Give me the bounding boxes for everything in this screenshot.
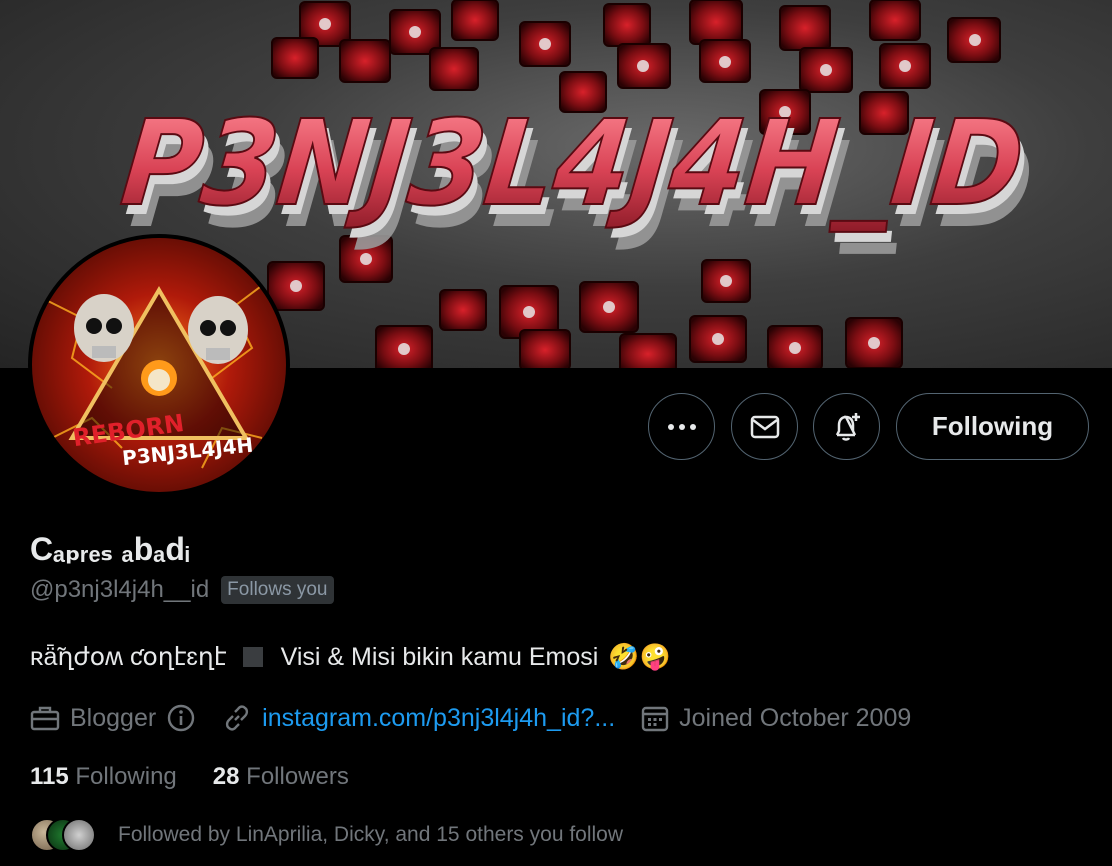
notifications-button[interactable] <box>813 393 880 460</box>
bio-text: Visi & Misi bikin kamu Emosi <box>280 642 599 671</box>
followers-label: Followers <box>246 763 349 790</box>
profile-avatar[interactable]: REBORN P3NJ3L4J4H <box>28 234 290 496</box>
more-button[interactable] <box>648 393 715 460</box>
info-item[interactable] <box>166 703 206 733</box>
followed-by-text: Followed by LinAprilia, Dicky, and 15 ot… <box>118 823 624 846</box>
following-stat[interactable]: 115 Following <box>30 763 177 791</box>
joined-date: Joined October 2009 <box>679 703 912 732</box>
bio-styled-text: ʀǟ̃ղժօʍ ƈօղէɛղէ <box>30 643 227 671</box>
bio: ʀǟ̃ղժօʍ ƈօղէɛղէ Visi & Misi bikin kamu E… <box>30 642 671 672</box>
follow-stats: 115 Following 28 Followers <box>30 763 349 791</box>
info-icon[interactable] <box>166 703 196 733</box>
message-button[interactable] <box>731 393 798 460</box>
more-icon <box>667 423 696 430</box>
followers-stat[interactable]: 28 Followers <box>213 763 349 791</box>
handle-row: @p3nj3l4j4h__id Follows you <box>30 576 334 604</box>
banner-title: P3NJ3L4J4H_ID <box>116 94 1030 232</box>
follows-you-badge: Follows you <box>221 576 334 604</box>
followers-count: 28 <box>212 763 240 790</box>
following-label: Following <box>75 763 177 790</box>
profile-meta: Blogger instagram.com/p3nj3l4j4h_id?... … <box>30 700 911 736</box>
bell-plus-icon <box>835 412 860 441</box>
mail-icon <box>750 415 779 438</box>
followed-by-avatars <box>30 818 96 852</box>
following-count: 115 <box>30 763 69 790</box>
link-icon <box>226 705 249 731</box>
followed-by-row[interactable]: Followed by LinAprilia, Dicky, and 15 ot… <box>30 818 623 852</box>
bio-emojis: 🤣🤪 <box>608 642 671 671</box>
display-name: Cₐₚᵣₑₛ ₐbₐdᵢ <box>30 531 190 567</box>
square-icon <box>242 647 263 667</box>
website-item[interactable]: instagram.com/p3nj3l4j4h_id?... <box>222 703 615 733</box>
category-label: Blogger <box>70 703 157 732</box>
handle: @p3nj3l4j4h__id <box>30 576 210 603</box>
avatar <box>62 818 96 852</box>
joined-item: Joined October 2009 <box>641 704 911 733</box>
website-link[interactable]: instagram.com/p3nj3l4j4h_id?... <box>262 704 615 733</box>
category-item: Blogger <box>30 704 156 733</box>
following-button[interactable]: Following <box>896 393 1089 460</box>
calendar-icon <box>641 706 669 732</box>
briefcase-icon <box>30 706 60 731</box>
